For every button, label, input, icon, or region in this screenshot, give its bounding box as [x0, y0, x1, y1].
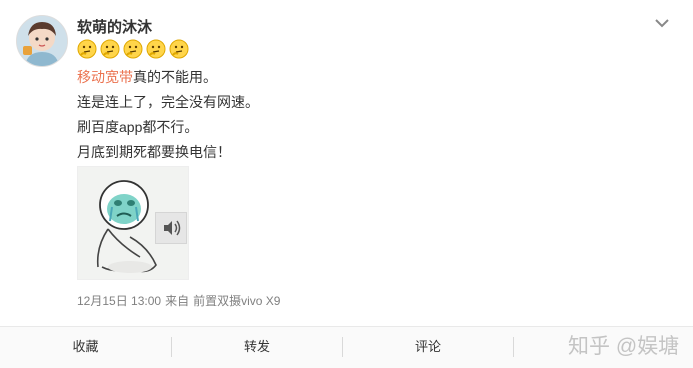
- weibo-post-card: 软萌的沐沐 移动宽带真的不能用。 连是连上了，完全没有网速。 刷百度app都不行…: [0, 0, 693, 368]
- post-text-line-4: 月底到期死都要换电信！: [77, 144, 231, 160]
- thinking-face-icon: [169, 39, 189, 59]
- post-date[interactable]: 12月15日 13:00: [77, 294, 161, 308]
- thinking-face-icon: [146, 39, 166, 59]
- comment-button[interactable]: 评论: [343, 327, 513, 368]
- post-meta: 12月15日 13:00 来自 前置双摄vivo X9: [77, 292, 284, 309]
- post-text-line-1: 移动宽带真的不能用。: [77, 68, 217, 86]
- chevron-down-icon[interactable]: [652, 15, 672, 31]
- action-separator: [513, 337, 514, 357]
- favorite-button[interactable]: 收藏: [0, 327, 171, 368]
- username[interactable]: 软萌的沐沐: [77, 16, 152, 37]
- post-text-line-1-rest: 真的不能用。: [133, 69, 217, 85]
- thinking-face-icon: [77, 39, 97, 59]
- topic-link[interactable]: 移动宽带: [77, 69, 133, 85]
- emoji-row: [77, 39, 189, 59]
- sound-button[interactable]: [155, 212, 187, 244]
- repost-button[interactable]: 转发: [172, 327, 342, 368]
- post-source[interactable]: 前置双摄vivo X9: [193, 294, 280, 308]
- thinking-face-icon: [123, 39, 143, 59]
- post-text-line-3: 刷百度app都不行。: [77, 119, 199, 135]
- speaker-icon: [164, 220, 181, 236]
- source-prefix: 来自: [165, 294, 190, 308]
- avatar[interactable]: [16, 15, 68, 67]
- watermark: 知乎 @娱塘: [568, 335, 680, 358]
- post-text-line-2: 连是连上了，完全没有网速。: [77, 94, 259, 110]
- thinking-face-icon: [100, 39, 120, 59]
